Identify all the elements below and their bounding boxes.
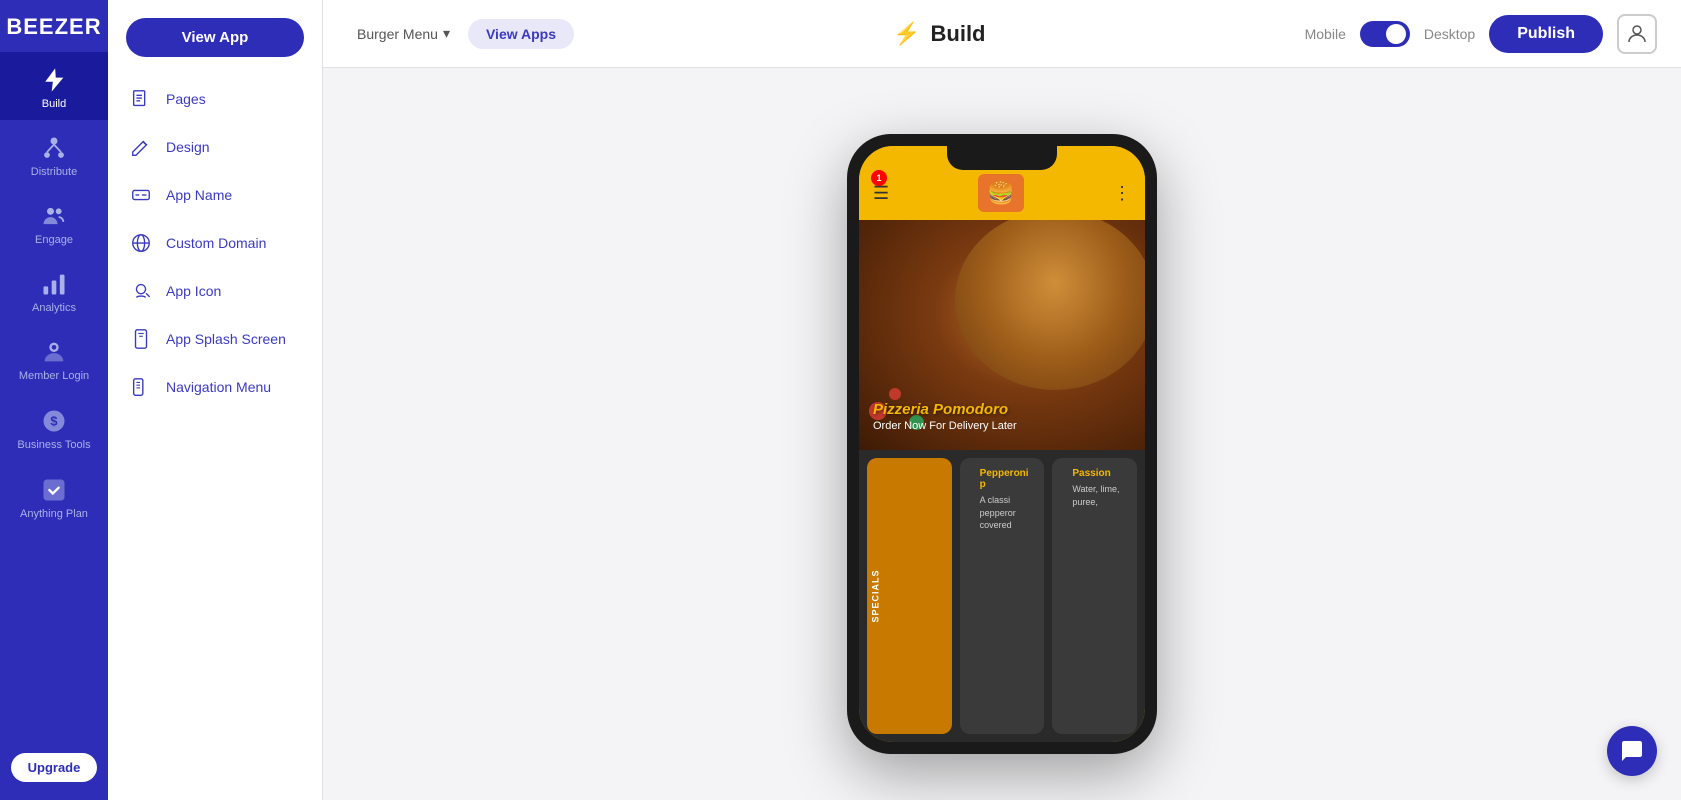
topbar-build-label: Build [931, 21, 986, 47]
upgrade-button[interactable]: Upgrade [11, 753, 97, 782]
sidebar-item-member-login-label: Member Login [19, 370, 89, 383]
topbar-center: ⚡ Build [574, 21, 1305, 47]
hero-title: Pizzeria Pomodoro [873, 401, 1017, 418]
sidebar-item-analytics[interactable]: Analytics [0, 256, 108, 324]
sidebar-item-member-login[interactable]: Member Login [0, 324, 108, 393]
view-app-button[interactable]: View App [126, 18, 304, 57]
hero-subtitle: Order Now For Delivery Later [873, 420, 1017, 432]
panel-nav: Pages Design App Name Custom Domain App … [108, 75, 322, 800]
nav-menu-icon [130, 376, 152, 398]
sidebar-item-distribute-label: Distribute [31, 166, 77, 178]
app-icon-icon [130, 280, 152, 302]
topbar-right: Mobile Desktop Publish [1305, 14, 1657, 54]
sidebar: BEEZER Build Distribute Engage [0, 0, 108, 800]
panel-item-app-icon-label: App Icon [166, 283, 221, 299]
app-name-icon [130, 184, 152, 206]
logo-text: BEEZER [6, 14, 101, 40]
custom-domain-icon [130, 232, 152, 254]
sidebar-item-business-tools-label: Business Tools [17, 439, 90, 452]
member-icon [40, 338, 68, 366]
passion-name: Passion [1060, 468, 1129, 479]
panel-item-app-splash-screen[interactable]: App Splash Screen [108, 315, 322, 363]
topbar-mobile-label: Mobile [1305, 26, 1346, 42]
panel-item-app-splash-screen-label: App Splash Screen [166, 330, 286, 348]
app-card-specials: specials [867, 458, 952, 734]
sidebar-item-engage[interactable]: Engage [0, 188, 108, 256]
design-icon [130, 136, 152, 158]
engage-icon [40, 202, 68, 230]
more-options-icon: ⋮ [1113, 183, 1131, 204]
sidebar-item-analytics-label: Analytics [32, 302, 76, 314]
pepperoni-desc: A classi pepperor covered [968, 494, 1037, 532]
burger-menu-button[interactable]: Burger Menu ▾ [347, 19, 460, 48]
sidebar-item-anything-plan[interactable]: Anything Plan [0, 462, 108, 531]
lightning-icon [40, 66, 68, 94]
chat-button[interactable] [1607, 726, 1657, 776]
topbar-left: Burger Menu ▾ View Apps [347, 19, 574, 49]
panel-item-navigation-menu-label: Navigation Menu [166, 378, 271, 396]
splash-icon [130, 328, 152, 350]
pages-icon [130, 88, 152, 110]
avatar[interactable] [1617, 14, 1657, 54]
main: Burger Menu ▾ View Apps ⚡ Build Mobile D… [323, 0, 1681, 800]
topbar-lightning-icon: ⚡ [893, 21, 920, 47]
pepperoni-name: Pepperoni p [968, 468, 1037, 490]
publish-button[interactable]: Publish [1489, 15, 1603, 53]
phone-screen: 1 ☰ 🍔 ⋮ Pizzeria Pomodoro [859, 146, 1145, 742]
pizza-visual [955, 220, 1145, 390]
panel-item-pages-label: Pages [166, 91, 206, 107]
panel: View App Pages Design App Name Custom Do… [108, 0, 323, 800]
burger-menu-label: Burger Menu [357, 26, 438, 42]
panel-item-design-label: Design [166, 139, 210, 155]
user-icon [1625, 22, 1649, 46]
chevron-down-icon: ▾ [443, 25, 450, 42]
phone-mockup: 1 ☰ 🍔 ⋮ Pizzeria Pomodoro [847, 134, 1157, 754]
panel-item-design[interactable]: Design [108, 123, 322, 171]
passion-desc: Water, lime, puree, [1060, 483, 1129, 508]
panel-item-pages[interactable]: Pages [108, 75, 322, 123]
panel-item-custom-domain-label: Custom Domain [166, 235, 266, 251]
plan-icon [40, 476, 68, 504]
view-apps-button[interactable]: View Apps [468, 19, 574, 49]
sidebar-item-build-label: Build [42, 98, 66, 110]
sidebar-item-build[interactable]: Build [0, 52, 108, 120]
app-card-pepperoni: Pepperoni p A classi pepperor covered [960, 458, 1045, 734]
sidebar-item-anything-plan-label: Anything Plan [20, 508, 88, 521]
panel-item-custom-domain[interactable]: Custom Domain [108, 219, 322, 267]
app-logo: 🍔 [978, 174, 1024, 212]
distribute-icon [40, 134, 68, 162]
sidebar-item-business-tools[interactable]: $ Business Tools [0, 393, 108, 462]
app-cards: specials Pepperoni p A classi pepperor c… [859, 450, 1145, 742]
logo: BEEZER [0, 0, 108, 52]
phone-notch [947, 146, 1057, 170]
chat-icon [1620, 739, 1644, 763]
app-hero: Pizzeria Pomodoro Order Now For Delivery… [859, 220, 1145, 450]
mobile-desktop-toggle[interactable] [1360, 21, 1410, 47]
hero-text: Pizzeria Pomodoro Order Now For Delivery… [873, 401, 1017, 432]
panel-item-app-icon[interactable]: App Icon [108, 267, 322, 315]
content-area: 1 ☰ 🍔 ⋮ Pizzeria Pomodoro [323, 68, 1681, 800]
panel-item-app-name[interactable]: App Name [108, 171, 322, 219]
sidebar-item-engage-label: Engage [35, 234, 73, 246]
panel-item-navigation-menu[interactable]: Navigation Menu [108, 363, 322, 411]
topbar: Burger Menu ▾ View Apps ⚡ Build Mobile D… [323, 0, 1681, 68]
svg-text:$: $ [50, 414, 57, 429]
app-card-passion: Passion Water, lime, puree, [1052, 458, 1137, 734]
sidebar-item-distribute[interactable]: Distribute [0, 120, 108, 188]
toggle-knob [1386, 24, 1406, 44]
business-icon: $ [40, 407, 68, 435]
analytics-icon [40, 270, 68, 298]
panel-item-app-name-label: App Name [166, 187, 232, 203]
notification-badge: 1 [871, 170, 887, 186]
topbar-desktop-label: Desktop [1424, 26, 1475, 42]
specials-label: specials [871, 569, 881, 622]
